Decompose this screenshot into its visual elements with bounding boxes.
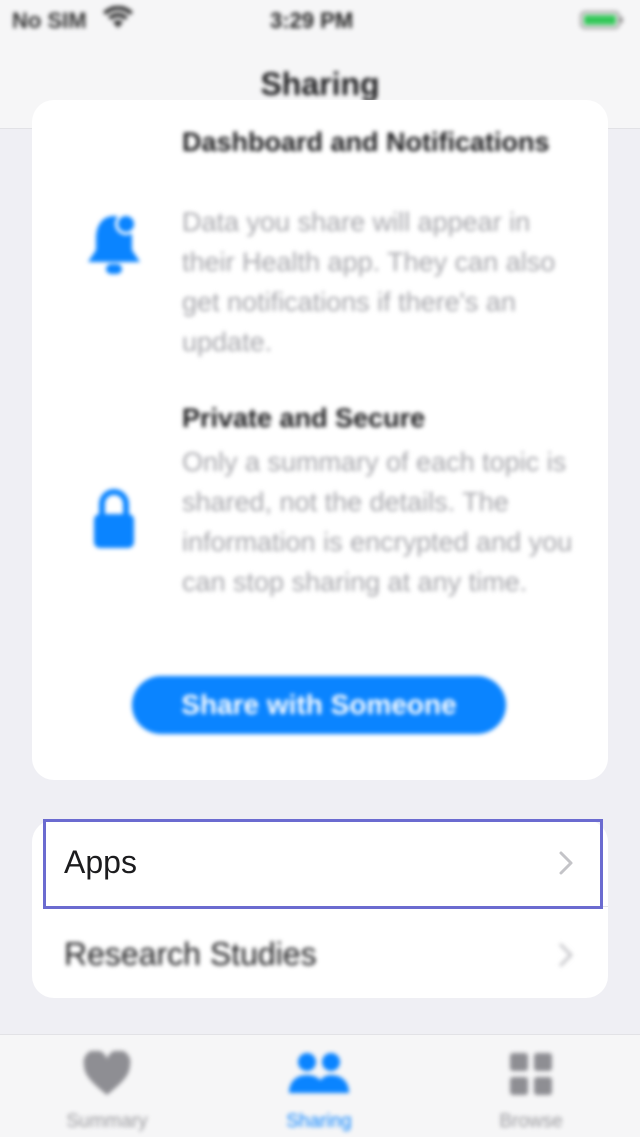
status-bar: No SIM 3:29 PM [0, 0, 640, 42]
tab-summary[interactable]: Summary [27, 1035, 187, 1137]
carrier-label: No SIM [12, 8, 87, 33]
list-item-research-studies[interactable]: Research Studies [32, 912, 608, 998]
page-title: Sharing [260, 66, 380, 102]
tab-browse[interactable]: Browse [451, 1035, 611, 1137]
tab-label: Browse [499, 1111, 563, 1132]
list-item-label: Research Studies [64, 936, 317, 972]
grid-icon [510, 1053, 552, 1095]
battery-icon [580, 11, 623, 29]
selection-highlight [43, 819, 603, 909]
lock-icon [94, 489, 134, 548]
feature-title: Dashboard and Notifications [182, 127, 550, 157]
bell-badge-icon [88, 213, 140, 274]
people-icon [289, 1053, 349, 1093]
status-time: 3:29 PM [270, 8, 354, 33]
heart-icon [83, 1051, 131, 1095]
wifi-icon [103, 6, 133, 28]
feature-description: Only a summary of each topic is shared, … [182, 447, 573, 597]
tab-label: Summary [66, 1111, 148, 1132]
feature-title: Private and Secure [182, 403, 426, 433]
share-with-someone-button[interactable]: Share with Someone [132, 676, 506, 734]
tab-bar: Summary Sharing Browse [0, 1034, 640, 1137]
chevron-right-icon [559, 943, 573, 967]
feature-description: Data you share will appear in their Heal… [182, 207, 556, 357]
tab-sharing[interactable]: Sharing [239, 1035, 399, 1137]
sharing-info-card: Dashboard and Notifications Data you sha… [32, 100, 608, 780]
tab-label: Sharing [286, 1111, 352, 1132]
